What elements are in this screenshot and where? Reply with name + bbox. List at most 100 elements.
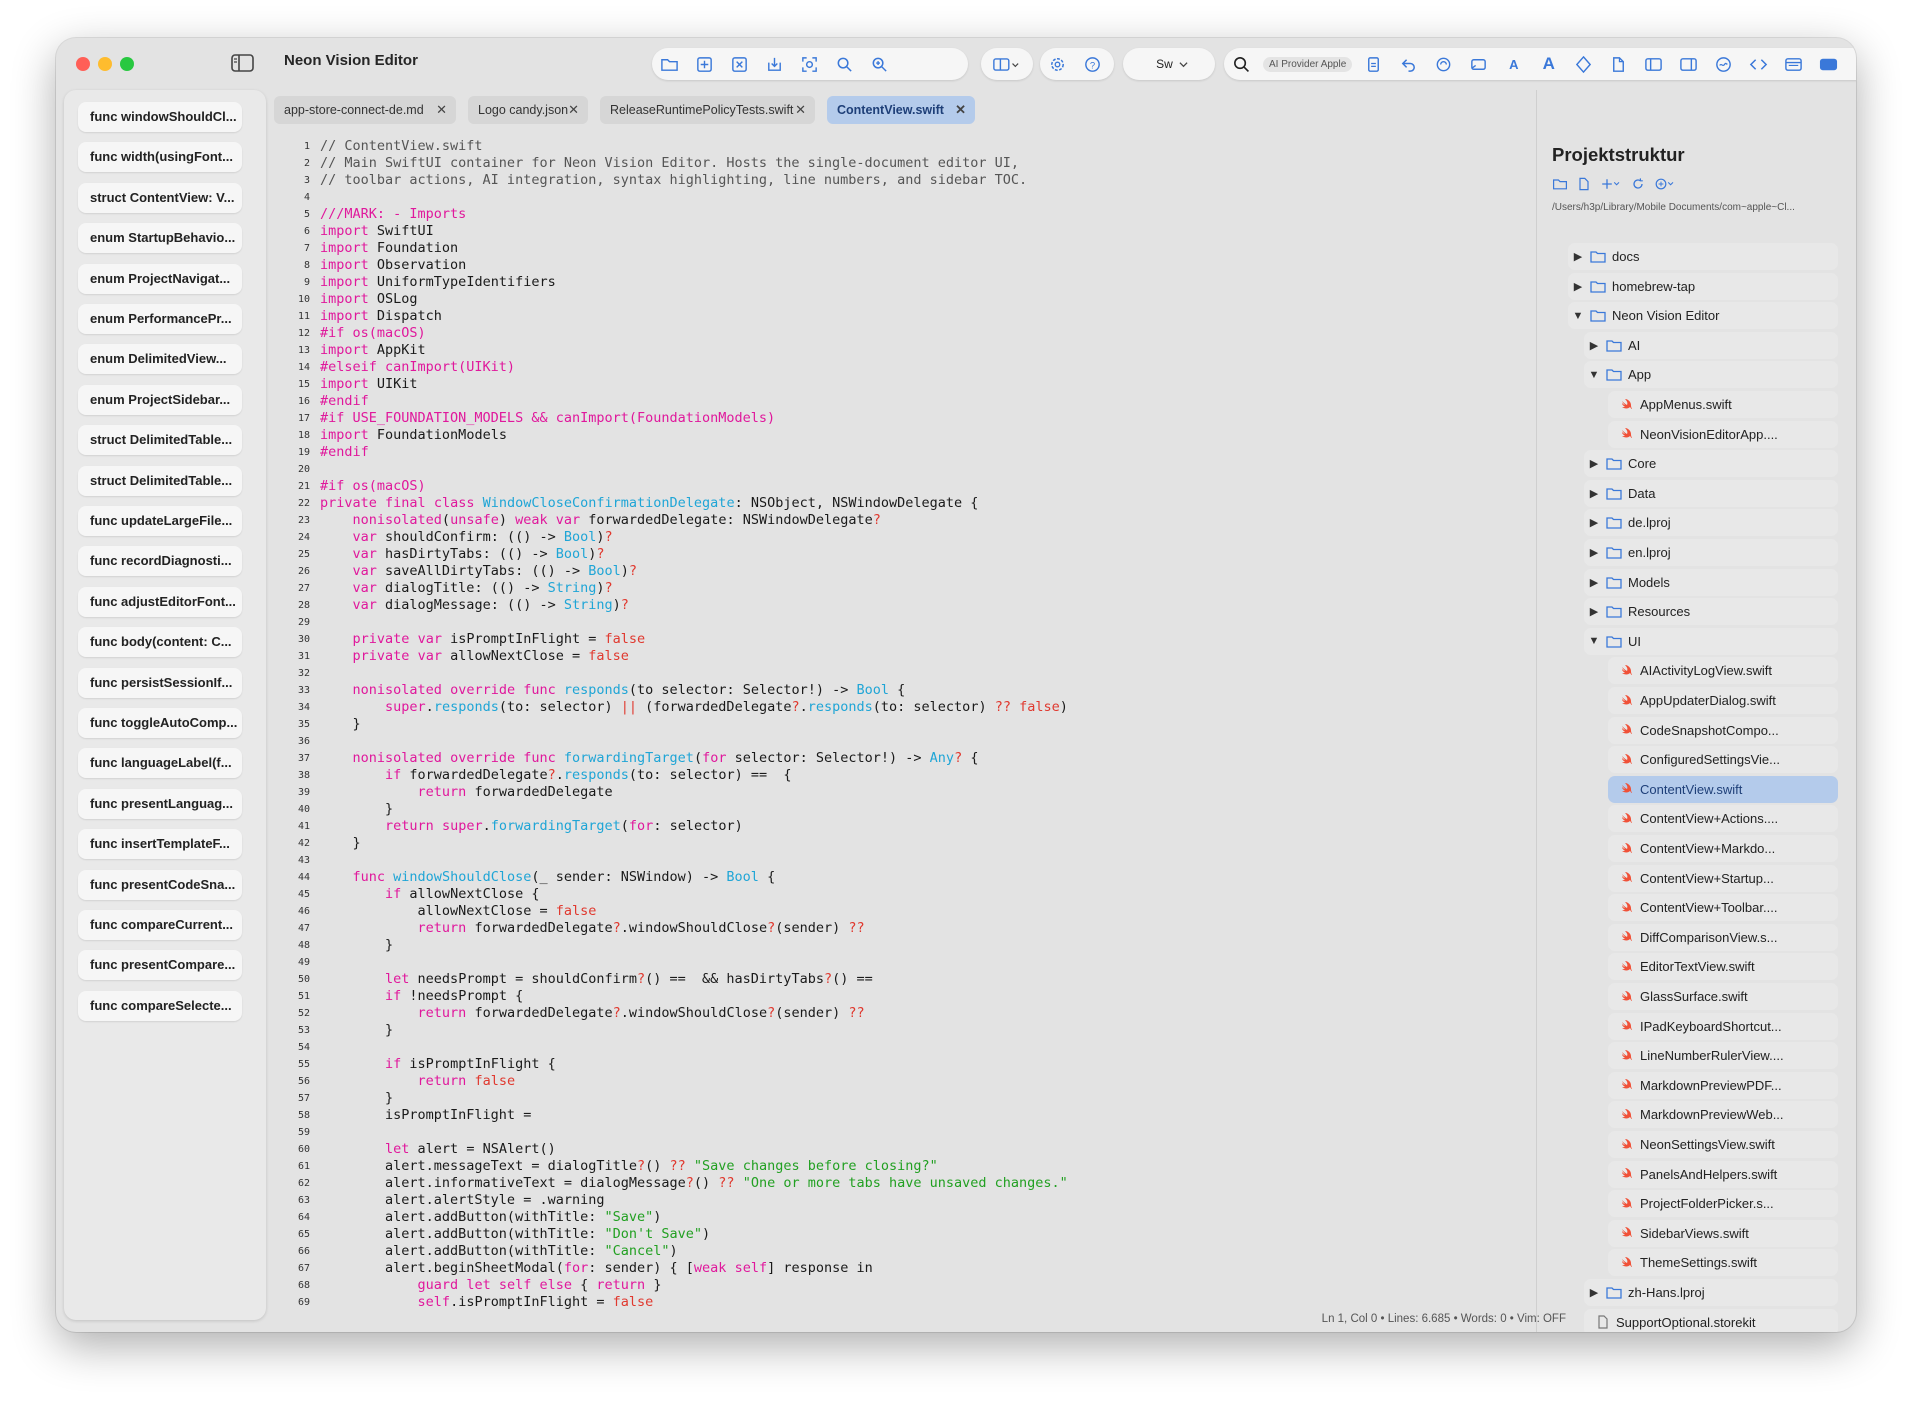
file-button[interactable] — [1601, 49, 1636, 79]
code-line[interactable] — [320, 614, 1280, 631]
tree-row-file[interactable]: NeonSettingsView.swift — [1608, 1131, 1838, 1158]
code-line[interactable]: import Foundation — [320, 240, 1280, 257]
tree-row-folder[interactable]: ▶ Data — [1584, 479, 1838, 507]
toc-item[interactable]: struct DelimitedTable... — [78, 425, 242, 456]
tab-close-icon[interactable]: ✕ — [568, 96, 579, 124]
editor-tab[interactable]: ReleaseRuntimePolicyTests.swift ✕ — [600, 96, 815, 124]
code-line[interactable]: import AppKit — [320, 342, 1280, 359]
code-line[interactable]: import SwiftUI — [320, 223, 1280, 240]
code-line[interactable]: var saveAllDirtyTabs: (() -> Bool)? — [320, 563, 1280, 580]
scribble-button[interactable] — [1706, 49, 1741, 79]
disclosure-arrow-icon[interactable]: ▼ — [1588, 369, 1600, 381]
code-line[interactable]: return forwardedDelegate?.windowShouldCl… — [320, 920, 1280, 937]
code-line[interactable]: #endif — [320, 444, 1280, 461]
toc-item[interactable]: func languageLabel(f... — [78, 748, 242, 779]
tree-row-file[interactable]: AppUpdaterDialog.swift — [1608, 687, 1838, 714]
code-line[interactable]: #elseif canImport(UIKit) — [320, 359, 1280, 376]
code-button[interactable] — [1741, 49, 1776, 79]
tree-row-file[interactable]: SidebarViews.swift — [1608, 1219, 1838, 1247]
disclosure-arrow-icon[interactable]: ▼ — [1572, 310, 1584, 322]
code-line[interactable]: alert.messageText = dialogTitle?() ?? "S… — [320, 1158, 1280, 1175]
toggle-right-panel-button[interactable] — [1671, 49, 1706, 79]
tree-row-file[interactable]: NeonVisionEditorApp.... — [1608, 420, 1838, 448]
code-line[interactable] — [320, 1039, 1280, 1056]
toc-item[interactable]: enum ProjectNavigat... — [78, 263, 242, 294]
tree-row-file[interactable]: ContentView+Startup... — [1608, 864, 1838, 892]
code-line[interactable]: #endif — [320, 393, 1280, 410]
toc-item[interactable]: func compareCurrent... — [78, 910, 242, 940]
code-line[interactable]: } — [320, 937, 1280, 954]
code-line[interactable]: } — [320, 1022, 1280, 1039]
tree-row-folder[interactable]: ▼ Neon Vision Editor — [1568, 302, 1838, 330]
tree-row-folder[interactable]: ▼ UI — [1584, 627, 1838, 655]
toggle-left-panel-button[interactable] — [1636, 49, 1671, 79]
code-line[interactable]: private final class WindowCloseConfirmat… — [320, 495, 1280, 512]
toc-item[interactable]: enum StartupBehavio... — [78, 223, 242, 254]
code-line[interactable]: if isPromptInFlight { — [320, 1056, 1280, 1073]
tab-close-icon[interactable]: ✕ — [795, 96, 806, 124]
tree-row-folder[interactable]: ▶ zh-Hans.lproj — [1584, 1279, 1838, 1306]
code-line[interactable]: alert.beginSheetModal(for: sender) { [we… — [320, 1260, 1280, 1277]
toc-item[interactable]: func toggleAutoComp... — [78, 708, 242, 738]
code-line[interactable]: private var isPromptInFlight = false — [320, 631, 1280, 648]
tree-row-folder[interactable]: ▶ docs — [1568, 243, 1838, 270]
editor-tab[interactable]: ContentView.swift ✕ — [827, 96, 975, 124]
toc-item[interactable]: struct ContentView: V... — [78, 182, 242, 213]
tree-row-file[interactable]: GlassSurface.swift — [1608, 983, 1838, 1010]
tree-row-file[interactable]: EditorTextView.swift — [1608, 953, 1838, 981]
save-button[interactable] — [757, 49, 792, 79]
tree-row-folder[interactable]: ▶ Resources — [1584, 598, 1838, 626]
code-line[interactable] — [320, 733, 1280, 750]
minimize-window-button[interactable] — [98, 57, 112, 71]
filter-icon[interactable] — [1654, 176, 1676, 192]
tree-row-file[interactable]: MarkdownPreviewPDF... — [1608, 1071, 1838, 1099]
toc-item[interactable]: enum PerformancePr... — [78, 304, 242, 334]
code-line[interactable]: func windowShouldClose(_ sender: NSWindo… — [320, 869, 1280, 886]
code-line[interactable]: #if USE_FOUNDATION_MODELS && canImport(F… — [320, 410, 1280, 427]
toc-item[interactable]: func insertTemplateF... — [78, 829, 242, 860]
code-line[interactable]: isPromptInFlight = — [320, 1107, 1280, 1124]
code-line[interactable]: var hasDirtyTabs: (() -> Bool)? — [320, 546, 1280, 563]
code-line[interactable]: alert.addButton(withTitle: "Save") — [320, 1209, 1280, 1226]
undo-button[interactable] — [1391, 49, 1426, 79]
toc-item[interactable]: func windowShouldCl... — [78, 102, 242, 132]
code-line[interactable]: import Observation — [320, 257, 1280, 274]
code-line[interactable]: return forwardedDelegate — [320, 784, 1280, 801]
toc-item[interactable]: func body(content: C... — [78, 627, 242, 658]
document-icon[interactable] — [1576, 176, 1592, 192]
refresh-button[interactable] — [1426, 49, 1461, 79]
close-window-button[interactable] — [76, 57, 90, 71]
code-line[interactable]: // toolbar actions, AI integration, synt… — [320, 172, 1280, 189]
code-line[interactable]: allowNextClose = false — [320, 903, 1280, 920]
toc-item[interactable]: func width(usingFont... — [78, 142, 242, 173]
disclosure-arrow-icon[interactable]: ▼ — [1588, 635, 1600, 647]
tree-row-file[interactable]: ContentView+Actions.... — [1608, 805, 1838, 833]
code-line[interactable]: let needsPrompt = shouldConfirm?() == &&… — [320, 971, 1280, 988]
toc-item[interactable]: func updateLargeFile... — [78, 506, 242, 536]
card-button[interactable] — [1461, 49, 1496, 79]
refresh-icon[interactable] — [1630, 176, 1646, 192]
code-line[interactable]: let alert = NSAlert() — [320, 1141, 1280, 1158]
code-line[interactable]: var dialogTitle: (() -> String)? — [320, 580, 1280, 597]
toc-item[interactable]: enum ProjectSidebar... — [78, 384, 242, 415]
code-line[interactable]: return super.forwardingTarget(for: selec… — [320, 818, 1280, 835]
disclosure-arrow-icon[interactable]: ▶ — [1588, 516, 1600, 529]
help-button[interactable]: ? — [1075, 49, 1110, 79]
tree-row-file[interactable]: AIActivityLogView.swift — [1608, 657, 1838, 685]
code-line[interactable]: alert.alertStyle = .warning — [320, 1192, 1280, 1209]
code-line[interactable]: nonisolated(unsafe) weak var forwardedDe… — [320, 512, 1280, 529]
find-button[interactable] — [827, 49, 862, 79]
code-line[interactable]: } — [320, 835, 1280, 852]
toc-item[interactable]: func recordDiagnosti... — [78, 546, 242, 577]
tree-row-file[interactable]: ContentView+Markdo... — [1608, 835, 1838, 862]
editor-tab[interactable]: Logo candy.json ✕ — [468, 96, 588, 124]
folder-icon[interactable] — [1552, 176, 1568, 192]
settings-button[interactable] — [1040, 49, 1075, 79]
code-line[interactable]: return forwardedDelegate?.windowShouldCl… — [320, 1005, 1280, 1022]
code-line[interactable]: } — [320, 716, 1280, 733]
tree-row-folder[interactable]: ▶ Core — [1584, 450, 1838, 478]
window-button[interactable] — [1776, 49, 1811, 79]
code-line[interactable]: var dialogMessage: (() -> String)? — [320, 597, 1280, 614]
code-line[interactable]: return false — [320, 1073, 1280, 1090]
code-line[interactable]: super.responds(to: selector) || (forward… — [320, 699, 1280, 716]
